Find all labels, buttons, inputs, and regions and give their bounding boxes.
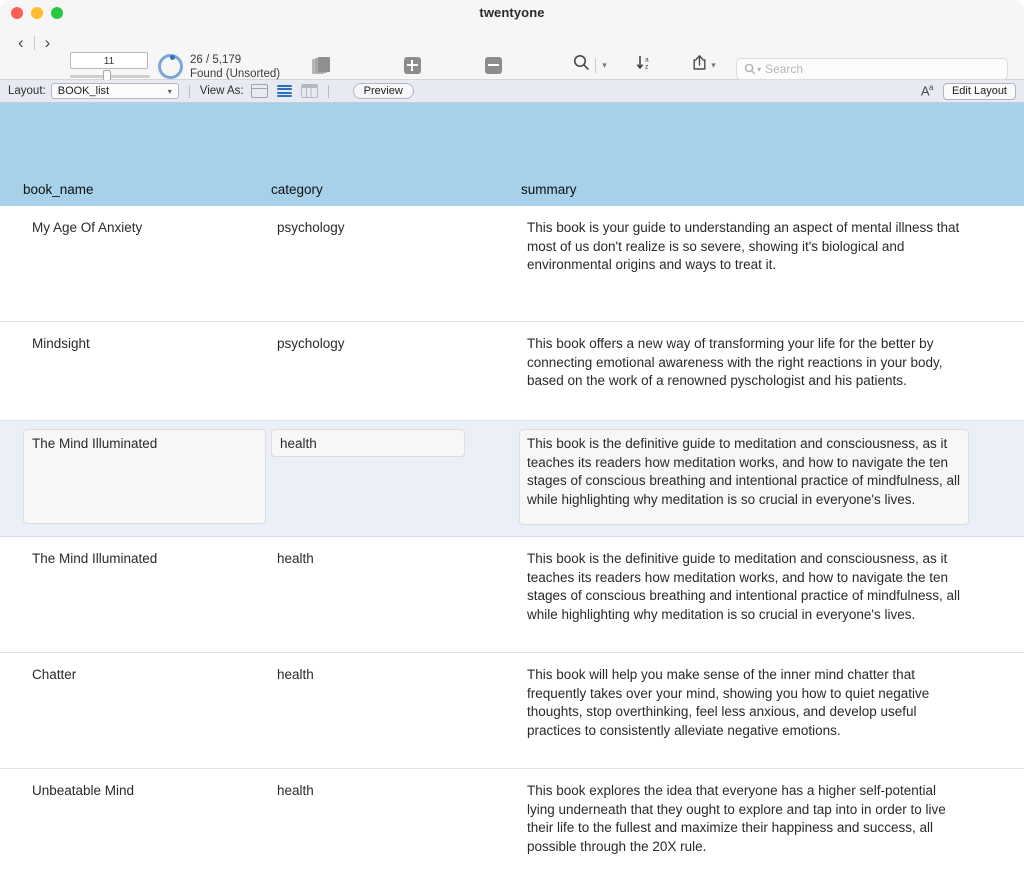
cell-summary: This book is the definitive guide to med… bbox=[527, 436, 961, 507]
table-row-selected[interactable]: The Mind Illuminated health This book is… bbox=[0, 421, 1024, 537]
found-set-pie-icon bbox=[158, 54, 183, 79]
nav-divider bbox=[33, 35, 35, 50]
cell-summary: This book is your guide to understanding… bbox=[527, 220, 960, 272]
view-as-form-icon[interactable] bbox=[250, 84, 268, 98]
found-status: Found (Unsorted) bbox=[190, 68, 281, 80]
cell-category: health bbox=[280, 436, 317, 451]
window-title: twentyone bbox=[479, 5, 545, 20]
record-number-input[interactable]: 11 bbox=[70, 52, 148, 69]
cell-book-name: My Age Of Anxiety bbox=[32, 220, 143, 235]
edit-layout-button[interactable]: Edit Layout bbox=[942, 82, 1016, 100]
cell-category: health bbox=[277, 551, 314, 566]
layout-select[interactable]: BOOK_list ▾ bbox=[50, 83, 179, 99]
plus-square-icon bbox=[375, 54, 449, 76]
search-icon bbox=[744, 63, 756, 75]
column-header-band: book_name category summary bbox=[0, 103, 1024, 206]
record-number-control: 11 bbox=[70, 52, 150, 81]
cell-summary: This book will help you make sense of th… bbox=[527, 667, 930, 738]
cell-summary: This book is the definitive guide to med… bbox=[527, 551, 961, 622]
column-header-category: category bbox=[271, 182, 323, 197]
search-icon bbox=[573, 54, 590, 76]
found-set-info: 26 / 5,179 Found (Unsorted) bbox=[190, 53, 280, 81]
main-toolbar: ‹ › 11 26 / 5,179 Found (Unsorted) Recor… bbox=[0, 27, 1024, 100]
pie-marker-icon bbox=[170, 55, 175, 60]
svg-text:z: z bbox=[645, 64, 648, 71]
chevron-down-icon[interactable]: ▾ bbox=[757, 65, 761, 74]
table-row[interactable]: Chatter health This book will help you m… bbox=[0, 653, 1024, 769]
layout-label: Layout: bbox=[8, 85, 46, 97]
preview-button[interactable]: Preview bbox=[352, 83, 414, 99]
stack-icon bbox=[285, 54, 359, 76]
share-icon bbox=[692, 54, 707, 76]
cell-book-name: Unbeatable Mind bbox=[32, 783, 135, 798]
chevron-down-icon: ▾ bbox=[167, 86, 172, 96]
filemaker-window: twentyone ‹ › 11 26 / 5,179 Found (Unsor… bbox=[0, 0, 1024, 873]
minus-square-icon bbox=[456, 54, 530, 76]
layout-select-value: BOOK_list bbox=[57, 85, 110, 97]
cell-book-name: Mindsight bbox=[32, 336, 90, 351]
record-navigation: ‹ › bbox=[18, 34, 50, 51]
column-header-book-name: book_name bbox=[23, 182, 94, 197]
view-as-list-icon[interactable] bbox=[276, 85, 292, 97]
column-header-summary: summary bbox=[521, 182, 577, 197]
cell-book-name: Chatter bbox=[32, 667, 77, 682]
find-divider bbox=[595, 57, 597, 73]
search-input[interactable]: Search bbox=[765, 62, 803, 76]
cell-category: health bbox=[277, 667, 314, 682]
found-count: 26 / 5,179 bbox=[190, 54, 242, 66]
cell-summary: This book explores the idea that everyon… bbox=[527, 783, 946, 854]
cell-book-name: The Mind Illuminated bbox=[32, 551, 158, 566]
table-row[interactable]: My Age Of Anxiety psychology This book i… bbox=[0, 206, 1024, 322]
layout-bar: Layout: BOOK_list ▾ View As: Preview Aa … bbox=[0, 80, 1024, 103]
svg-text:a: a bbox=[645, 57, 649, 64]
chevron-down-icon[interactable]: ▾ bbox=[711, 60, 716, 71]
table-row[interactable]: Unbeatable Mind health This book explore… bbox=[0, 769, 1024, 873]
view-as-label: View As: bbox=[199, 85, 244, 97]
cell-category: psychology bbox=[277, 336, 345, 351]
cell-category: psychology bbox=[277, 220, 345, 235]
view-as-group bbox=[250, 84, 318, 98]
cell-category: health bbox=[277, 783, 314, 798]
chevron-down-icon[interactable]: ▾ bbox=[602, 60, 607, 71]
previous-record-icon[interactable]: ‹ bbox=[18, 34, 24, 51]
table-row[interactable]: Mindsight psychology This book offers a … bbox=[0, 322, 1024, 421]
title-bar: twentyone bbox=[0, 0, 1024, 27]
cell-book-name: The Mind Illuminated bbox=[32, 436, 158, 451]
record-list-view: book_name category summary My Age Of Anx… bbox=[0, 103, 1024, 873]
next-record-icon[interactable]: › bbox=[45, 34, 51, 51]
layout-bar-divider bbox=[188, 84, 190, 98]
cell-summary: This book offers a new way of transformi… bbox=[527, 336, 943, 388]
text-format-icon[interactable]: Aa bbox=[921, 83, 934, 98]
layout-bar-divider bbox=[327, 84, 329, 98]
layout-bar-right: Aa Edit Layout bbox=[921, 82, 1016, 100]
view-as-table-icon[interactable] bbox=[300, 84, 318, 98]
search-box[interactable]: ▾ Search bbox=[736, 58, 1008, 80]
sort-az-icon: a z bbox=[636, 54, 656, 76]
table-row[interactable]: The Mind Illuminated health This book is… bbox=[0, 537, 1024, 653]
